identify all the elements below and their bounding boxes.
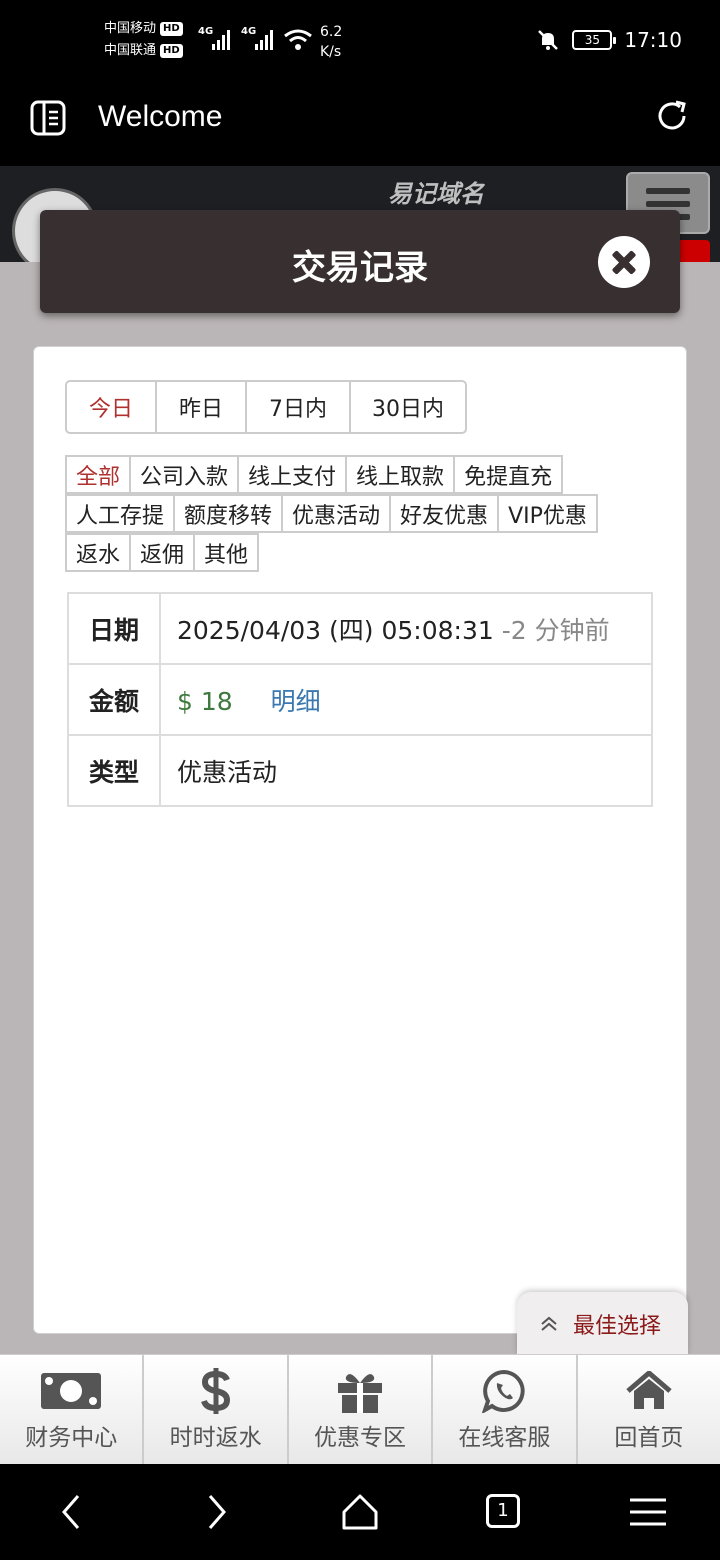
network-speed: 6.2 K/s: [320, 22, 342, 62]
page-title: Welcome: [98, 100, 223, 133]
browser-toolbar: Welcome: [0, 84, 720, 166]
nav-label: 优惠专区: [314, 1424, 407, 1451]
category-online-withdraw[interactable]: 线上取款: [345, 455, 456, 494]
nav-rebate[interactable]: 时时返水: [144, 1355, 289, 1464]
system-navigation: 1: [0, 1464, 720, 1560]
mute-bell-icon: [538, 30, 559, 50]
dollar-icon: [200, 1367, 230, 1414]
transaction-record: 日期 2025/04/03 (四) 05:08:31 -2 分钟前 金额 $ 1…: [67, 592, 653, 807]
detail-link[interactable]: 明细: [271, 687, 321, 716]
battery-level: 35: [584, 33, 600, 47]
modal-header: 交易记录: [40, 210, 680, 313]
home-icon: [626, 1370, 672, 1409]
category-promotion[interactable]: 优惠活动: [281, 494, 392, 533]
bottom-nav: 财务中心 时时返水 优惠专区 在线客服 回首页: [0, 1354, 720, 1464]
nav-home[interactable]: 回首页: [578, 1355, 720, 1464]
tab-count: 1: [486, 1494, 520, 1528]
best-choice-label: 最佳选择: [573, 1314, 662, 1339]
category-manual[interactable]: 人工存提: [65, 494, 176, 533]
web-content: 易记域名 交易记录 今日 昨日 7日内 30日内 全部 公司入款 线上支付 线上…: [0, 166, 720, 1354]
close-button[interactable]: [598, 236, 650, 288]
nav-label: 在线客服: [458, 1424, 551, 1451]
table-row: 日期 2025/04/03 (四) 05:08:31 -2 分钟前: [67, 592, 653, 665]
category-online-payment[interactable]: 线上支付: [237, 455, 348, 494]
category-filters: 全部 公司入款 线上支付 线上取款 免提直充 人工存提 额度移转 优惠活动 好友…: [65, 455, 665, 572]
nav-promotions[interactable]: 优惠专区: [289, 1355, 434, 1464]
date-ago: -2 分钟前: [501, 615, 610, 645]
carrier-info: 中国移动 HD 中国联通 HD: [104, 18, 183, 62]
nav-finance-center[interactable]: 财务中心: [0, 1355, 145, 1464]
amount-label: 金额: [67, 663, 161, 736]
tabs-button[interactable]: 1: [482, 1490, 526, 1534]
network-type-1: 4G: [198, 26, 214, 37]
type-value: 优惠活动: [159, 734, 653, 807]
category-company-deposit[interactable]: 公司入款: [129, 455, 240, 494]
wifi-icon: [284, 29, 312, 50]
category-rebate[interactable]: 返水: [65, 533, 132, 572]
network-type-2: 4G: [241, 26, 257, 37]
battery-icon: 35: [572, 30, 617, 50]
carrier-1: 中国移动: [104, 21, 157, 36]
status-bar: 中国移动 HD 中国联通 HD 4G 4G 6.2 K/s 35 17:10: [0, 0, 720, 84]
category-direct-recharge[interactable]: 免提直充: [453, 455, 564, 494]
category-other[interactable]: 其他: [193, 533, 260, 572]
tab-today[interactable]: 今日: [67, 382, 155, 432]
reload-icon[interactable]: [654, 98, 690, 134]
modal-title: 交易记录: [292, 248, 428, 288]
speed-unit: K/s: [320, 44, 342, 60]
sidebar-toggle-icon[interactable]: [30, 100, 66, 136]
signal-icon-1: [212, 28, 230, 50]
hd-badge-2: HD: [160, 44, 183, 58]
category-transfer[interactable]: 额度移转: [173, 494, 284, 533]
category-all[interactable]: 全部: [65, 455, 132, 494]
nav-customer-service[interactable]: 在线客服: [433, 1355, 578, 1464]
back-icon[interactable]: [50, 1490, 94, 1534]
menu-icon[interactable]: [626, 1490, 670, 1534]
speed-value: 6.2: [320, 24, 343, 40]
site-brand-text: 易记域名: [388, 180, 484, 208]
nav-label: 财务中心: [25, 1424, 118, 1451]
date-tabs: 今日 昨日 7日内 30日内: [65, 380, 467, 434]
clock: 17:10: [624, 28, 682, 52]
home-button-icon[interactable]: [338, 1490, 382, 1534]
category-vip-bonus[interactable]: VIP优惠: [497, 494, 598, 533]
signal-icon-2: [255, 28, 273, 50]
date-value: 2025/04/03 (四) 05:08:31: [177, 615, 494, 645]
gift-icon: [338, 1373, 383, 1413]
hd-badge-1: HD: [160, 22, 183, 36]
amount-value: $ 18: [177, 686, 233, 716]
best-choice-button[interactable]: 最佳选择: [517, 1292, 688, 1354]
transaction-panel: 今日 昨日 7日内 30日内 全部 公司入款 线上支付 线上取款 免提直充 人工…: [33, 346, 687, 1334]
tab-7-days[interactable]: 7日内: [245, 382, 349, 432]
table-row: 金额 $ 18 明细: [67, 663, 653, 736]
nav-label: 时时返水: [169, 1424, 262, 1451]
amount-cell: $ 18 明细: [159, 663, 653, 736]
money-icon: [41, 1372, 102, 1409]
type-label: 类型: [67, 734, 161, 807]
category-friend-bonus[interactable]: 好友优惠: [389, 494, 500, 533]
tab-yesterday[interactable]: 昨日: [155, 382, 245, 432]
table-row: 类型 优惠活动: [67, 734, 653, 807]
chat-icon: [482, 1369, 526, 1413]
category-commission[interactable]: 返佣: [129, 533, 196, 572]
nav-label: 回首页: [614, 1424, 684, 1451]
date-cell: 2025/04/03 (四) 05:08:31 -2 分钟前: [159, 592, 653, 665]
carrier-2: 中国联通: [104, 43, 157, 58]
date-label: 日期: [67, 592, 161, 665]
forward-icon[interactable]: [194, 1490, 238, 1534]
tab-30-days[interactable]: 30日内: [349, 382, 465, 432]
double-chevron-up-icon: [541, 1316, 557, 1331]
